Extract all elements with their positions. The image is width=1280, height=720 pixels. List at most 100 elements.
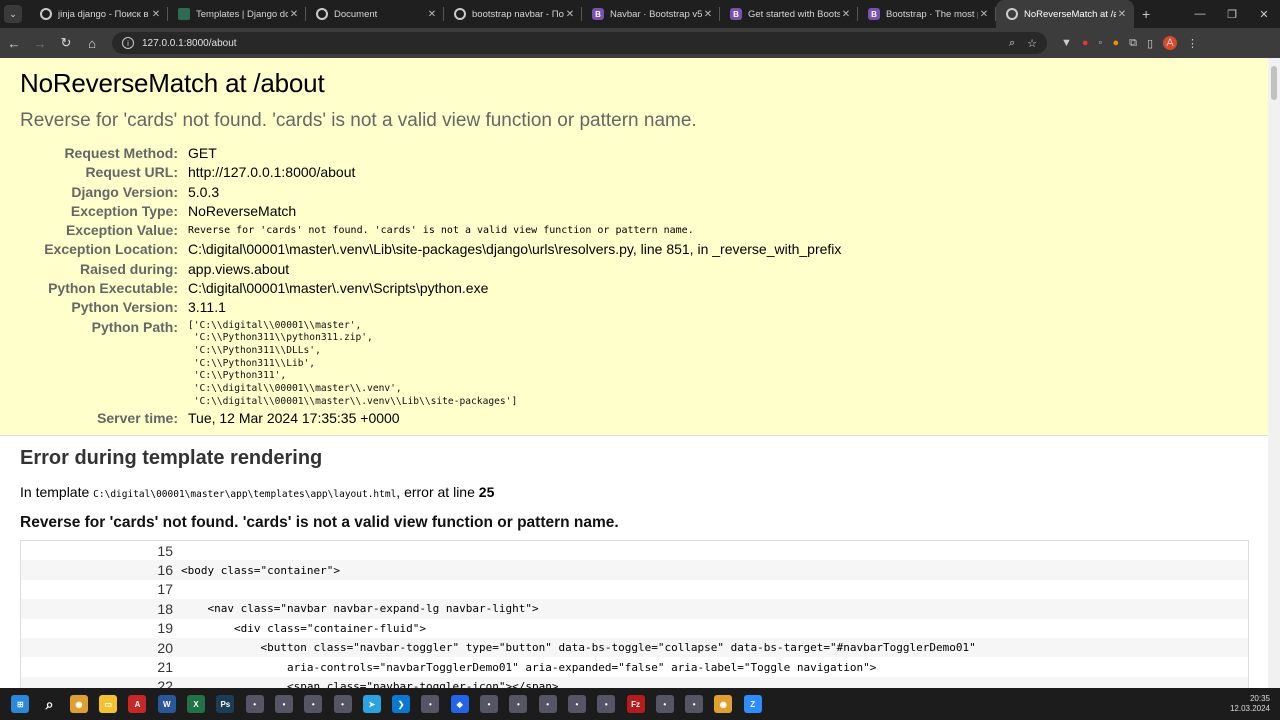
meta-label: Django Version:	[71, 183, 178, 200]
python-path-value: ['C:\\digital\\00001\\master', 'C:\\Pyth…	[188, 319, 518, 407]
new-tab-icon[interactable]: +	[1142, 6, 1150, 22]
forward-icon[interactable]: →	[28, 31, 52, 55]
menu-kebab-icon[interactable]: ⋮	[1187, 37, 1198, 50]
browser-tab[interactable]: B Get started with Bootstrap✕	[720, 0, 858, 28]
bookmark-star-icon[interactable]: ☆	[1027, 37, 1037, 50]
browser-toolbar: ← → ↻ ⌂ i 127.0.0.1:8000/about ⌕ ☆ ▼ ● ◦…	[0, 28, 1280, 58]
browser-tab[interactable]: B Navbar · Bootstrap v5.2 ✕	[582, 0, 720, 28]
vscode-icon[interactable]: ❯	[392, 695, 411, 713]
site-info-icon[interactable]: i	[122, 37, 134, 49]
template-prefix: In template	[20, 484, 94, 500]
excel-icon[interactable]: X	[187, 695, 206, 713]
home-icon[interactable]: ⌂	[80, 31, 104, 55]
browser-tab[interactable]: B Bootstrap · The most pop✕	[858, 0, 996, 28]
app-icon[interactable]: •	[333, 695, 352, 713]
close-tab-icon[interactable]: ✕	[288, 9, 300, 20]
app-icon[interactable]: •	[274, 695, 293, 713]
meta-value: C:\digital\00001\master\.venv\Lib\site-p…	[188, 241, 842, 258]
extension-icon[interactable]: ▼	[1061, 37, 1072, 49]
maps-icon[interactable]: ◆	[450, 695, 469, 713]
close-tab-icon[interactable]: ✕	[150, 9, 162, 20]
side-panel-icon[interactable]: ▯	[1147, 37, 1153, 50]
close-tab-icon[interactable]: ✕	[564, 9, 576, 20]
close-tab-icon[interactable]: ✕	[426, 9, 438, 20]
tab-search-icon[interactable]: ⌄	[4, 5, 22, 23]
search-icon[interactable]: ⌕	[40, 695, 59, 713]
close-window-icon[interactable]: ✕	[1248, 8, 1280, 21]
file-explorer-icon[interactable]: ▭	[99, 695, 118, 713]
extension-icon[interactable]: ●	[1082, 37, 1089, 49]
minimize-icon[interactable]: —	[1184, 8, 1216, 21]
profile-avatar[interactable]: A	[1163, 36, 1178, 50]
clock-date: 12.03.2024	[1229, 704, 1270, 713]
window-controls: — ❐ ✕	[1184, 8, 1280, 21]
meta-label: Python Path:	[91, 318, 178, 335]
error-title: NoReverseMatch at /about	[20, 68, 325, 98]
close-tab-icon[interactable]: ✕	[840, 9, 852, 20]
app-icon[interactable]: •	[567, 695, 586, 713]
tab-title: Get started with Bootstrap	[748, 8, 840, 20]
globe-icon	[1006, 8, 1018, 20]
app-icon[interactable]: •	[685, 695, 704, 713]
meta-value: GET	[188, 145, 217, 161]
template-source-table: 15 16 <body class="container"> 17 18 <nav cl…	[20, 540, 1249, 688]
source-line: 18 <nav class="navbar navbar-expand-lg n…	[21, 599, 1248, 619]
reload-icon[interactable]: ↻	[54, 31, 78, 55]
zoom-icon[interactable]: Z	[743, 695, 762, 713]
system-clock[interactable]: 20:35 12.03.2024	[1230, 694, 1270, 714]
error-subtitle: Reverse for 'cards' not found. 'cards' i…	[20, 110, 697, 131]
chrome-icon[interactable]: ◉	[714, 695, 733, 713]
word-icon[interactable]: W	[157, 695, 176, 713]
app-icon[interactable]: •	[480, 695, 499, 713]
app-icon[interactable]: •	[655, 695, 674, 713]
browser-tab[interactable]: jinja django - Поиск в Go✕	[30, 0, 168, 28]
app-icon[interactable]: •	[597, 695, 616, 713]
windows-start-icon[interactable]: ⊞	[11, 695, 30, 713]
line-number: 15	[157, 542, 173, 559]
close-tab-icon[interactable]: ✕	[1116, 9, 1128, 20]
meta-row: Python Version: 3.11.1	[20, 298, 841, 317]
maximize-icon[interactable]: ❐	[1216, 8, 1248, 21]
bootstrap-icon: B	[868, 8, 880, 20]
chrome-icon[interactable]: ◉	[69, 695, 88, 713]
tab-title: Bootstrap · The most pop	[886, 8, 978, 20]
meta-label: Exception Location:	[44, 241, 178, 258]
back-icon[interactable]: ←	[2, 31, 26, 55]
line-number: 21	[157, 659, 173, 676]
line-code: <button class="navbar-toggler" type="but…	[181, 641, 976, 655]
photoshop-icon[interactable]: Ps	[216, 695, 235, 713]
address-url[interactable]: 127.0.0.1:8000/about	[142, 38, 997, 49]
line-number: 19	[157, 620, 173, 637]
extensions-puzzle-icon[interactable]: ⧉	[1129, 37, 1137, 50]
close-tab-icon[interactable]: ✕	[978, 9, 990, 20]
telegram-icon[interactable]: ➤	[362, 695, 381, 713]
acrobat-icon[interactable]: A	[128, 695, 147, 713]
browser-tab[interactable]: Templates | Django docum✕	[168, 0, 306, 28]
line-code: <div class="container-fluid">	[181, 621, 427, 635]
app-icon[interactable]: •	[421, 695, 440, 713]
extension-icon[interactable]: ◦	[1099, 37, 1103, 49]
meta-value: app.views.about	[188, 260, 290, 277]
app-icon[interactable]: •	[304, 695, 323, 713]
google-icon	[40, 8, 52, 20]
app-icon[interactable]: •	[538, 695, 557, 713]
browser-tab[interactable]: NoReverseMatch at /abou✕	[996, 0, 1134, 28]
template-path: C:\digital\00001\master\app\templates\ap…	[93, 489, 397, 500]
address-bar[interactable]: i 127.0.0.1:8000/about ⌕ ☆	[112, 32, 1047, 54]
extension-icon[interactable]: ●	[1112, 37, 1119, 49]
browser-tab[interactable]: Document ✕	[306, 0, 444, 28]
filezilla-icon[interactable]: Fz	[626, 695, 645, 713]
template-error-line: 25	[478, 484, 495, 500]
scrollbar-thumb[interactable]	[1271, 66, 1277, 100]
template-error-at: , error at line	[396, 484, 479, 500]
close-tab-icon[interactable]: ✕	[702, 9, 714, 20]
source-line: 15	[21, 541, 1248, 560]
clock-time: 20:35	[1249, 694, 1270, 703]
zoom-icon[interactable]: ⌕	[1009, 37, 1015, 50]
browser-tab[interactable]: bootstrap navbar - Поиск✕	[444, 0, 582, 28]
meta-row: Exception Type: NoReverseMatch	[20, 202, 841, 221]
meta-row: Request URL: http://127.0.0.1:8000/about	[20, 163, 841, 182]
app-icon[interactable]: •	[245, 695, 264, 713]
app-icon[interactable]: •	[509, 695, 528, 713]
page-scrollbar[interactable]	[1268, 58, 1280, 688]
